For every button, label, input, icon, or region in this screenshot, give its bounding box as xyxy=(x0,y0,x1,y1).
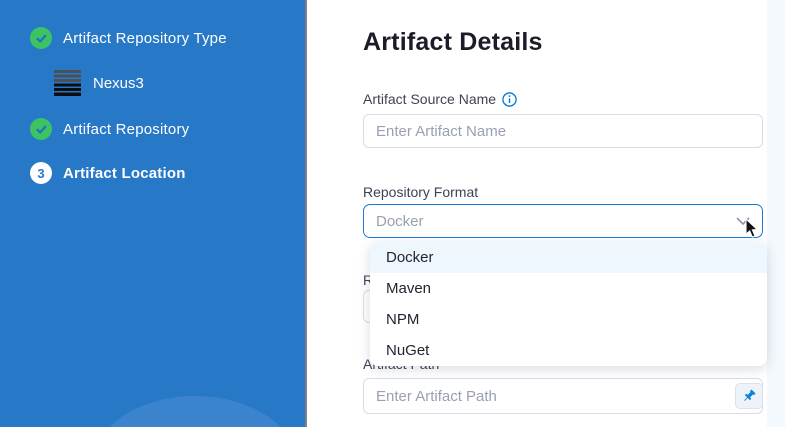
nexus3-icon xyxy=(54,70,81,96)
artifact-path-input[interactable] xyxy=(363,378,763,414)
artifact-details-panel: Artifact Details Artifact Source Name Re… xyxy=(307,0,767,427)
artifact-source-name-label: Artifact Source Name xyxy=(363,91,517,107)
menu-item-npm[interactable]: NPM xyxy=(370,304,767,335)
repository-format-dropdown-menu: Docker Maven NPM NuGet xyxy=(370,242,767,366)
step-label: Artifact Repository Type xyxy=(63,30,227,47)
check-icon xyxy=(30,27,52,49)
sidebar-item-artifact-repository-type[interactable]: Artifact Repository Type xyxy=(30,27,227,49)
page-title: Artifact Details xyxy=(363,28,543,57)
wizard-steps-sidebar: Artifact Repository Type Nexus3 Artifact… xyxy=(0,0,307,427)
menu-item-docker[interactable]: Docker xyxy=(370,242,767,273)
check-icon xyxy=(30,118,52,140)
sidebar-item-artifact-location[interactable]: 3 Artifact Location xyxy=(30,162,186,184)
menu-item-maven[interactable]: Maven xyxy=(370,273,767,304)
substep-label: Nexus3 xyxy=(93,75,144,92)
step-number-badge: 3 xyxy=(30,162,52,184)
pin-button[interactable] xyxy=(735,383,763,409)
info-icon[interactable] xyxy=(502,92,517,107)
selected-value: Docker xyxy=(376,213,736,230)
sidebar-item-nexus3[interactable]: Nexus3 xyxy=(54,70,144,96)
sidebar-item-artifact-repository[interactable]: Artifact Repository xyxy=(30,118,189,140)
artifact-wizard-screen: Artifact Repository Type Nexus3 Artifact… xyxy=(0,0,785,427)
chevron-down-icon xyxy=(736,217,750,226)
repository-format-label: Repository Format xyxy=(363,184,478,200)
menu-item-nuget[interactable]: NuGet xyxy=(370,335,767,366)
sidebar-decorative-circle xyxy=(95,396,295,427)
step-label: Artifact Location xyxy=(63,165,186,182)
label-text: Repository Format xyxy=(363,184,478,200)
label-text: Artifact Source Name xyxy=(363,91,496,107)
artifact-source-name-input[interactable] xyxy=(363,114,763,148)
repository-format-select[interactable]: Docker xyxy=(363,204,763,238)
pin-icon xyxy=(741,388,757,404)
step-label: Artifact Repository xyxy=(63,121,189,138)
